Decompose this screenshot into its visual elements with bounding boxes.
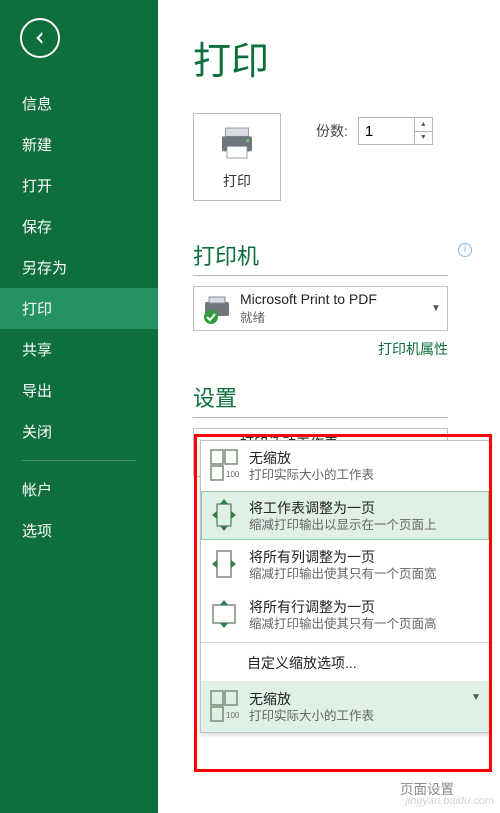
custom-scaling-options[interactable]: 自定义缩放选项... — [201, 645, 489, 681]
svg-text:100: 100 — [226, 711, 239, 720]
nav-item-options[interactable]: 选项 — [0, 510, 158, 551]
printer-dropdown[interactable]: Microsoft Print to PDF 就绪 ▼ — [193, 286, 448, 331]
scaling-options-popup: 100 无缩放 打印实际大小的工作表 将工作表调整为一页 缩减打印输出以显示在一… — [200, 440, 490, 733]
nav-item-close[interactable]: 关闭 — [0, 411, 158, 452]
svg-text:100: 100 — [226, 470, 239, 479]
print-row: 打印 份数: ▲ ▼ — [193, 113, 500, 201]
page-title: 打印 — [193, 30, 500, 85]
copies-input[interactable] — [359, 118, 414, 144]
print-button[interactable]: 打印 — [193, 113, 281, 201]
print-button-label: 打印 — [223, 171, 251, 191]
scale-option-title: 将工作表调整为一页 — [249, 498, 481, 518]
scale-option-fit-columns[interactable]: 将所有列调整为一页 缩减打印输出使其只有一个页面宽 — [201, 540, 489, 590]
scale-option-title: 将所有行调整为一页 — [249, 597, 481, 617]
fit-columns-icon — [209, 547, 239, 581]
printer-icon — [217, 123, 257, 163]
scale-option-sub: 打印实际大小的工作表 — [249, 468, 481, 484]
scale-option-no-scaling[interactable]: 100 无缩放 打印实际大小的工作表 — [201, 441, 489, 491]
nav-item-export[interactable]: 导出 — [0, 370, 158, 411]
copies-spinner[interactable]: ▲ ▼ — [358, 117, 433, 145]
nav-item-info[interactable]: 信息 — [0, 83, 158, 124]
nav-item-share[interactable]: 共享 — [0, 329, 158, 370]
fit-sheet-icon — [209, 498, 239, 532]
scale-option-fit-sheet[interactable]: 将工作表调整为一页 缩减打印输出以显示在一个页面上 — [201, 491, 489, 541]
copies-group: 份数: ▲ ▼ — [316, 113, 433, 145]
nav-item-saveas[interactable]: 另存为 — [0, 247, 158, 288]
nav-item-print[interactable]: 打印 — [0, 288, 158, 329]
scaling-selected-title: 无缩放 — [249, 689, 481, 709]
printer-status-icon — [200, 292, 234, 326]
printer-status: 就绪 — [240, 307, 431, 326]
spinner-down[interactable]: ▼ — [415, 132, 432, 145]
nav-item-open[interactable]: 打开 — [0, 165, 158, 206]
printer-properties-link[interactable]: 打印机属性 — [193, 339, 448, 359]
info-icon[interactable]: i — [458, 243, 472, 257]
backstage-sidebar: 信息 新建 打开 保存 另存为 打印 共享 导出 关闭 帐户 选项 — [0, 0, 158, 813]
printer-dropdown-text: Microsoft Print to PDF 就绪 — [234, 291, 431, 326]
page-setup-link[interactable]: 页面设置 — [400, 778, 454, 798]
popup-separator — [201, 642, 489, 643]
printer-header-label: 打印机 — [193, 244, 259, 269]
nav-divider — [22, 460, 136, 461]
printer-section-header: 打印机 i — [193, 239, 448, 276]
fit-rows-icon — [209, 597, 239, 631]
back-button[interactable] — [20, 18, 60, 58]
no-scaling-icon: 100 — [209, 689, 239, 723]
scale-option-sub: 缩减打印输出使其只有一个页面高 — [249, 617, 481, 633]
settings-section-header: 设置 — [193, 381, 448, 418]
nav-item-new[interactable]: 新建 — [0, 124, 158, 165]
scale-option-sub: 缩减打印输出以显示在一个页面上 — [249, 518, 481, 534]
printer-name: Microsoft Print to PDF — [240, 291, 431, 307]
spinner-up[interactable]: ▲ — [415, 118, 432, 132]
spinner-arrows: ▲ ▼ — [414, 118, 432, 144]
scale-option-sub: 缩减打印输出使其只有一个页面宽 — [249, 567, 481, 583]
nav-item-save[interactable]: 保存 — [0, 206, 158, 247]
nav-item-account[interactable]: 帐户 — [0, 469, 158, 510]
scaling-dropdown[interactable]: 100 无缩放 打印实际大小的工作表 ▼ — [201, 681, 489, 733]
scale-option-fit-rows[interactable]: 将所有行调整为一页 缩减打印输出使其只有一个页面高 — [201, 590, 489, 640]
no-scaling-icon: 100 — [209, 448, 239, 482]
chevron-down-icon: ▼ — [471, 693, 481, 703]
scaling-selected-sub: 打印实际大小的工作表 — [249, 709, 481, 725]
chevron-down-icon: ▼ — [431, 304, 441, 314]
copies-label: 份数: — [316, 121, 348, 141]
scale-option-title: 无缩放 — [249, 448, 481, 468]
scale-option-title: 将所有列调整为一页 — [249, 547, 481, 567]
arrow-left-icon — [31, 29, 49, 47]
